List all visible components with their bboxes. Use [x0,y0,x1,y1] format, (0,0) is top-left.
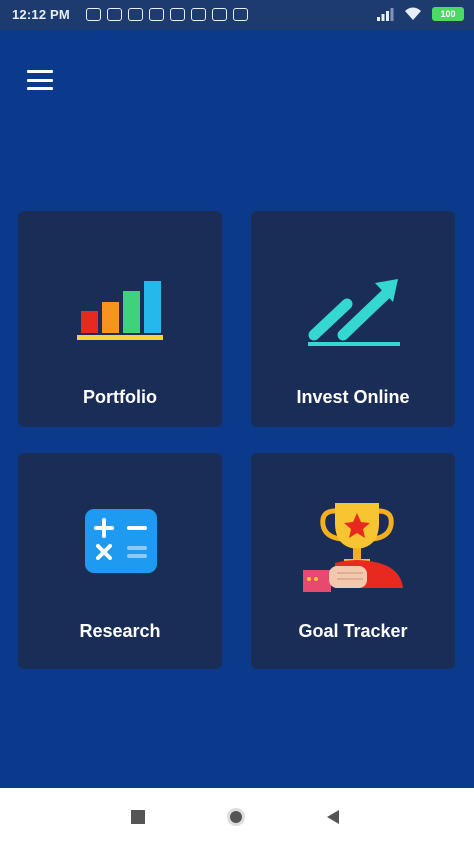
calculator-icon [85,509,157,573]
status-time: 12:12 PM [12,7,70,22]
notification-icons [86,8,248,21]
recents-square-icon[interactable] [131,810,145,824]
invest-online-card[interactable]: Invest Online [251,211,455,427]
goal-tracker-card[interactable]: Goal Tracker [251,453,455,669]
trophy-icon [303,503,403,592]
app-content: Portfolio Invest Online Research Goal Tr… [0,30,474,788]
portfolio-card[interactable]: Portfolio [18,211,222,427]
home-circle-icon[interactable] [226,807,246,827]
status-right: 100 [376,6,464,22]
notification-icon [212,8,227,21]
system-nav-bar [0,788,474,845]
notification-icon [170,8,185,21]
wifi-icon [405,7,421,20]
signal-icon [377,8,394,21]
notification-icon [128,8,143,21]
invest-online-label: Invest Online [296,387,410,407]
status-bar: 12:12 PM 100 [0,0,474,30]
notification-icon [149,8,164,21]
notification-icon [86,8,101,21]
battery-level: 100 [440,9,456,19]
bar-chart-icon [77,281,163,340]
goal-tracker-label: Goal Tracker [298,621,408,641]
research-card[interactable]: Research [18,453,222,669]
battery-icon: 100 [432,7,464,21]
notification-icon [233,8,248,21]
notification-icon [107,8,122,21]
back-triangle-icon[interactable] [326,809,340,825]
trending-up-icon [308,279,400,346]
hamburger-menu-icon[interactable] [26,68,56,92]
portfolio-label: Portfolio [83,387,157,407]
notification-icon [191,8,206,21]
research-label: Research [79,621,161,641]
